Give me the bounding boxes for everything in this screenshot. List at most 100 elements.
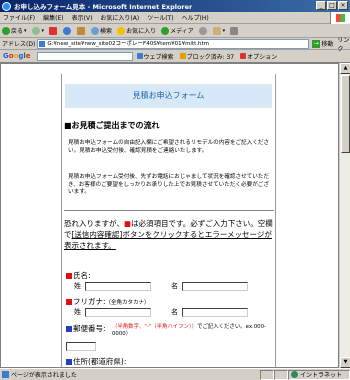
menu-help[interactable]: ヘルプ(H) <box>182 13 209 22</box>
standard-toolbar: 戻る ▾ ▾ 検索 お気に入り メディア ▾ <box>0 24 350 38</box>
mei-kana-label: 名 <box>171 308 178 316</box>
mei-label: 名 <box>171 282 178 290</box>
media-label: メディア <box>170 28 194 35</box>
go-button[interactable]: → 移動 <box>312 39 333 48</box>
menu-edit[interactable]: 編集(E) <box>43 13 63 22</box>
intranet-icon <box>291 371 298 378</box>
page-viewport: 見積お申込フォーム ■お見積ご提出までの流れ 見積お申込フォームの自由記入欄にご… <box>0 63 339 368</box>
scroll-down-button[interactable]: ▼ <box>340 357 350 368</box>
google-logo[interactable]: Google <box>3 52 31 60</box>
stop-icon <box>49 26 58 35</box>
address-field-label: 住所(都道府県): <box>66 356 126 367</box>
vertical-scrollbar[interactable]: ▲ ▼ <box>339 63 350 368</box>
go-label: 移動 <box>321 41 334 48</box>
status-text: ページが表示されました <box>2 370 260 379</box>
optional-marker-icon <box>66 359 72 365</box>
furigana-row: 姓 名 <box>74 307 248 317</box>
back-label: 戻る <box>11 28 24 35</box>
menu-tools[interactable]: ツール(T) <box>147 13 173 22</box>
flow-paragraph-1: 見積お申込フォームの自由記入欄にご希望されるリモデルの内容をご記入ください。見積… <box>68 140 270 154</box>
go-arrow-icon: → <box>312 39 321 48</box>
options-icon <box>240 53 247 59</box>
web-search-label: ウェブ検索 <box>143 53 174 61</box>
google-options-button[interactable]: オプション <box>240 52 277 61</box>
status-segment <box>274 369 288 380</box>
search-button[interactable]: 検索 <box>91 26 112 35</box>
options-label: オプション <box>247 53 278 61</box>
scroll-up-button[interactable]: ▲ <box>340 63 350 74</box>
status-segment <box>260 369 274 380</box>
zip-row <box>66 342 96 351</box>
form-page: 見積お申込フォーム ■お見積ご提出までの流れ 見積お申込フォームの自由記入欄にご… <box>61 74 276 367</box>
blocked-count: ブロック済み: 37 <box>186 53 235 61</box>
home-button[interactable] <box>77 26 86 35</box>
name-row: 姓 名 <box>74 281 248 291</box>
google-web-search-button[interactable]: ウェブ検索 <box>136 52 174 61</box>
windows-logo-icon <box>330 12 350 24</box>
forward-button[interactable]: ▾ <box>31 26 44 35</box>
first-name-kana-input[interactable] <box>182 307 248 317</box>
media-button[interactable]: メディア <box>161 26 194 35</box>
last-name-kana-input[interactable] <box>85 307 151 317</box>
back-button[interactable]: 戻る ▾ <box>2 26 27 35</box>
furigana-hint: （全角カタカナ） <box>105 300 150 306</box>
title-bar: お申し込みフォーム見本 - Microsoft Internet Explore… <box>0 0 350 12</box>
history-icon <box>198 26 207 35</box>
maximize-button[interactable]: □ <box>327 1 337 10</box>
mail-button[interactable]: ▾ <box>212 26 225 35</box>
form-header: 見積お申込フォーム <box>65 84 272 108</box>
print-button[interactable] <box>230 26 239 35</box>
zip-note-format: （半角数字、"-"（半角ハイフン）） <box>112 324 198 330</box>
history-button[interactable] <box>198 26 208 35</box>
address-bar: アドレス(D) G:¥new_site¥new_site02コーポレーF40S¥… <box>0 37 350 53</box>
mail-icon <box>212 26 221 35</box>
google-toolbar: Google ウェブ検索 ブロック済み: 37 オプション <box>0 50 350 63</box>
print-icon <box>230 26 239 35</box>
furigana-field-label: フリガナ:（全角カタカナ） <box>66 296 150 307</box>
scroll-thumb[interactable] <box>341 75 350 153</box>
refresh-icon <box>63 26 72 35</box>
furigana-label: フリガナ: <box>73 297 106 306</box>
menu-view[interactable]: 表示(V) <box>72 13 93 22</box>
zip-note: （半角数字、"-"（半角ハイフン））でご記入ください。ex.000-0000） <box>112 324 272 338</box>
menu-favorites[interactable]: お気に入り(A) <box>100 13 139 22</box>
refresh-button[interactable] <box>63 26 72 35</box>
close-button[interactable]: × <box>338 1 348 10</box>
name-field-label: 氏名: <box>66 270 91 281</box>
stop-button[interactable] <box>49 26 58 35</box>
search-icon <box>91 26 100 35</box>
zip-input[interactable] <box>66 342 96 351</box>
address-label: アドレス(D) <box>2 41 36 48</box>
back-arrow-icon <box>2 26 10 35</box>
status-bar: ページが表示されました イントラネット <box>0 368 350 380</box>
divider <box>64 210 274 211</box>
sei-kana-label: 姓 <box>74 308 81 316</box>
notice-prefix: 恐れ入りますが、 <box>64 219 124 228</box>
section-title: ■お見積ご提出までの流れ <box>64 121 160 130</box>
search-label: 検索 <box>100 28 113 35</box>
required-marker-icon <box>66 273 72 279</box>
first-name-input[interactable] <box>182 281 248 291</box>
favorites-button[interactable]: お気に入り <box>117 26 156 35</box>
required-marker-icon <box>66 299 72 305</box>
last-name-input[interactable] <box>85 281 151 291</box>
required-marker: ■ <box>123 219 131 228</box>
forward-arrow-icon <box>31 26 40 35</box>
popup-blocker-button[interactable]: ブロック済み: 37 <box>179 52 235 61</box>
security-zone: イントラネット <box>288 369 350 380</box>
google-search-input[interactable] <box>36 51 133 61</box>
zip-label: 郵便番号: <box>73 324 106 333</box>
confirm-button-ref: [送信内容確認] <box>71 230 123 239</box>
zone-label: イントラネット <box>300 372 343 379</box>
required-notice: 恐れ入りますが、■は必須項目です。必ずご入力下さい。空欄で[送信内容確認]ボタン… <box>64 218 276 251</box>
menu-bar: ファイル(F) 編集(E) 表示(V) お気に入り(A) ツール(T) ヘルプ(… <box>0 12 350 24</box>
sei-label: 姓 <box>74 282 81 290</box>
status-message: ページが表示されました <box>11 372 77 379</box>
menu-file[interactable]: ファイル(F) <box>3 13 35 22</box>
minimize-button[interactable]: _ <box>316 1 326 10</box>
favorites-label: お気に入り <box>126 28 157 35</box>
address-input[interactable]: G:¥new_site¥new_site02コーポレーF40S¥tem¥01¥m… <box>37 38 310 49</box>
optional-marker-icon <box>66 326 72 332</box>
page-done-icon <box>2 371 9 378</box>
ie-icon <box>2 1 11 11</box>
